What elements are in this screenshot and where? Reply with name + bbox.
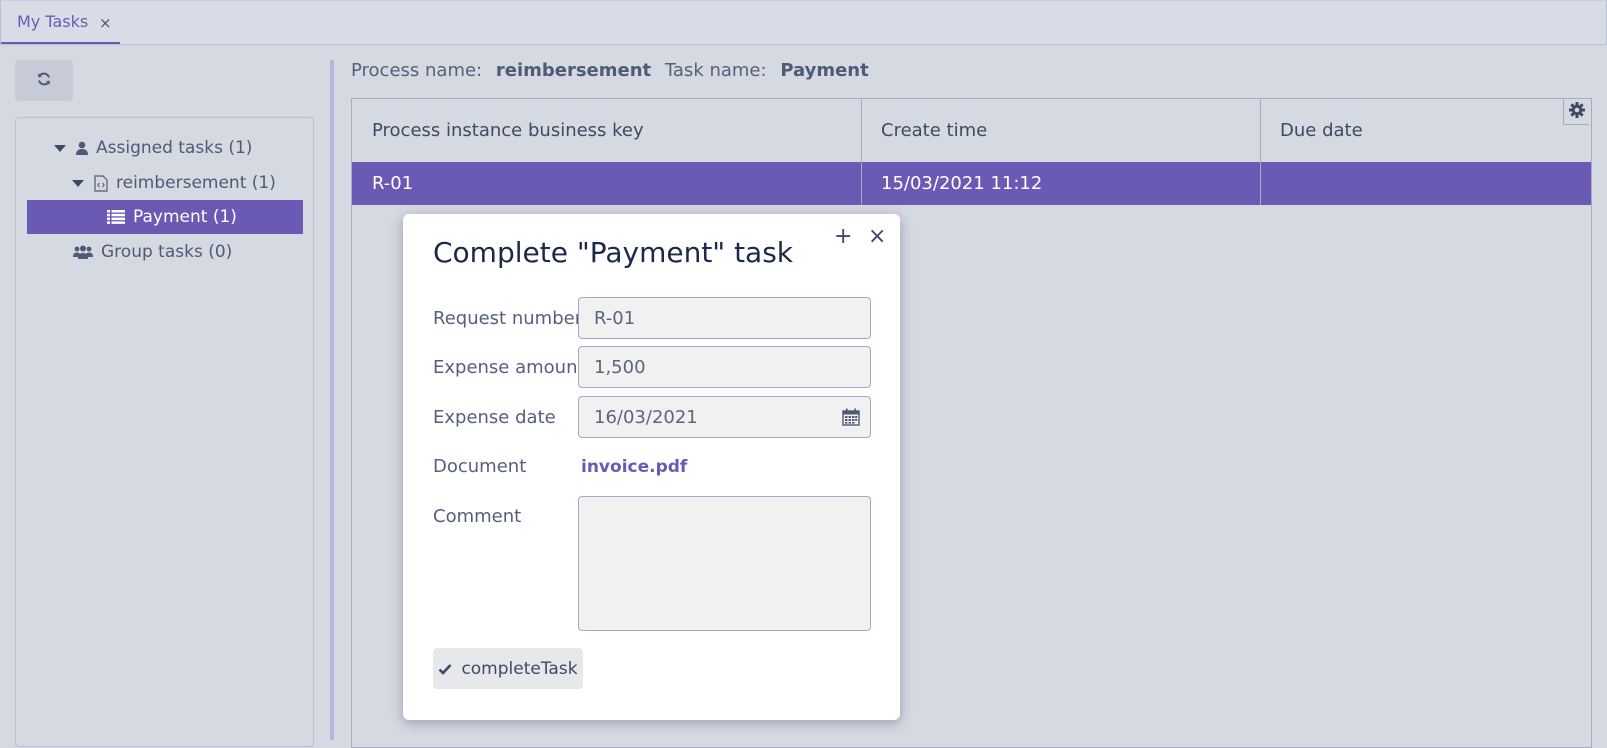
table-header: Process instance business key Create tim…	[352, 99, 1591, 163]
code-file-icon	[94, 174, 108, 192]
process-name-value: reimbersement	[495, 60, 652, 81]
tree-item-label: Assigned tasks (1)	[96, 138, 253, 158]
task-name-value: Payment	[780, 60, 869, 81]
close-icon[interactable]: ×	[868, 224, 886, 249]
task-name-label: Task name:	[664, 60, 767, 81]
chevron-down-icon[interactable]	[72, 179, 84, 187]
tree-item-process[interactable]: reimbersement (1)	[72, 166, 276, 200]
panel-splitter[interactable]	[330, 60, 334, 740]
tree-item-assigned-tasks[interactable]: Assigned tasks (1)	[54, 131, 252, 165]
tab-close-icon[interactable]: ×	[99, 14, 112, 32]
column-settings-button[interactable]	[1563, 99, 1589, 125]
complete-task-button[interactable]: completeTask	[433, 648, 583, 689]
cell-due-date	[1260, 162, 1591, 205]
tree-item-label: reimbersement (1)	[116, 173, 276, 193]
expense-amount-label: Expense amount	[433, 357, 585, 378]
expense-amount-field[interactable]: 1,500	[578, 346, 871, 388]
comment-textarea[interactable]	[578, 496, 871, 631]
expense-date-label: Expense date	[433, 407, 556, 428]
calendar-icon[interactable]	[842, 408, 860, 431]
request-number-label: Request number	[433, 308, 583, 329]
column-header-create-time[interactable]: Create time	[861, 99, 1260, 162]
expense-date-value: 16/03/2021	[594, 406, 698, 428]
tab-bar: My Tasks ×	[0, 0, 1607, 45]
tree-item-group-tasks[interactable]: Group tasks (0)	[73, 235, 232, 269]
tree-item-label: Group tasks (0)	[101, 242, 233, 262]
list-icon	[107, 210, 125, 224]
tree-item-payment[interactable]: Payment (1)	[27, 200, 303, 234]
column-divider	[861, 99, 862, 205]
cell-business-key: R-01	[372, 173, 414, 194]
cell-create-time: 15/03/2021 11:12	[881, 173, 1043, 194]
request-number-field[interactable]: R-01	[578, 297, 871, 339]
column-header-due-date[interactable]: Due date	[1260, 99, 1591, 162]
refresh-icon	[36, 71, 52, 91]
comment-label: Comment	[433, 506, 522, 527]
document-link[interactable]: invoice.pdf	[581, 457, 687, 477]
gear-icon	[1568, 101, 1585, 122]
expense-date-field[interactable]: 16/03/2021	[578, 396, 871, 438]
complete-task-label: completeTask	[461, 658, 578, 679]
complete-task-dialog: Complete "Payment" task + × Request numb…	[403, 214, 900, 720]
tab-my-tasks[interactable]: My Tasks ×	[1, 1, 120, 44]
process-name-label: Process name:	[351, 60, 483, 81]
users-icon	[73, 245, 93, 259]
check-icon	[438, 663, 452, 675]
column-header-business-key[interactable]: Process instance business key	[352, 99, 861, 162]
refresh-button[interactable]	[15, 60, 73, 101]
column-divider	[1260, 99, 1261, 205]
process-info: Process name: reimbersement Task name: P…	[351, 60, 877, 81]
maximize-icon[interactable]: +	[834, 224, 852, 249]
chevron-down-icon[interactable]	[54, 144, 66, 152]
dialog-title: Complete "Payment" task	[433, 236, 794, 269]
tree-item-label: Payment (1)	[133, 207, 237, 227]
tab-label[interactable]: My Tasks	[17, 12, 88, 31]
table-row[interactable]: R-01 15/03/2021 11:12	[352, 162, 1591, 205]
document-label: Document	[433, 456, 527, 477]
user-icon	[76, 141, 88, 155]
